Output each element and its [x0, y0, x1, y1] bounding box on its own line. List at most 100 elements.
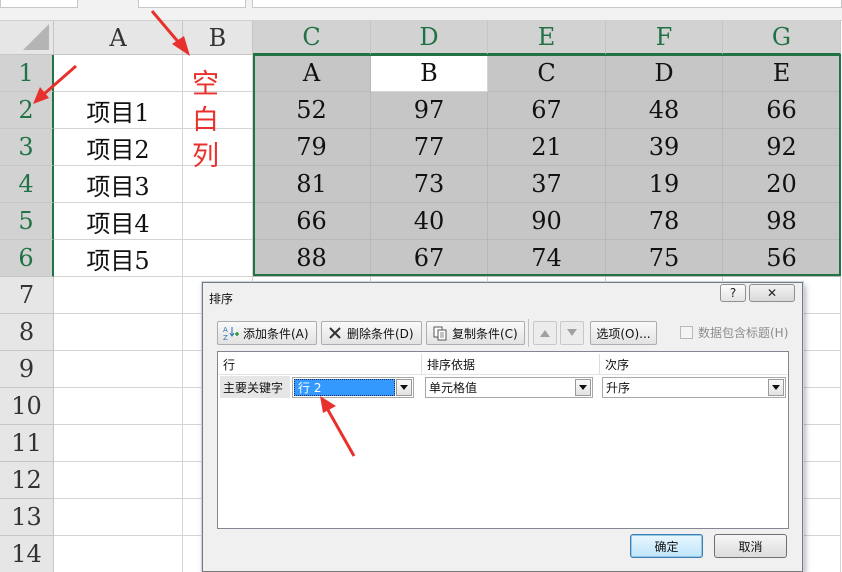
sort-key-select[interactable]: 行 2 [292, 377, 414, 398]
row-header-3[interactable]: 3 [0, 129, 54, 166]
delete-x-icon [327, 325, 343, 341]
sort-key-value: 行 2 [294, 379, 395, 396]
cell-g5[interactable]: 98 [723, 203, 841, 240]
cell-a7[interactable] [54, 277, 183, 314]
cell-c4[interactable]: 81 [253, 166, 371, 203]
cell-f1[interactable]: D [606, 55, 723, 92]
delete-level-label: 删除条件(D) [347, 326, 414, 341]
column-header-e[interactable]: E [488, 21, 606, 55]
cell-e6[interactable]: 74 [488, 240, 606, 277]
row-header-11[interactable]: 11 [0, 425, 54, 462]
cell-g6[interactable]: 56 [723, 240, 841, 277]
cell-g3[interactable]: 92 [723, 129, 841, 166]
cell-c3[interactable]: 79 [253, 129, 371, 166]
move-up-button[interactable] [533, 321, 557, 345]
help-button[interactable]: ? [720, 284, 746, 302]
ok-button[interactable]: 确定 [630, 534, 703, 558]
cell-a11[interactable] [54, 425, 183, 462]
chevron-down-icon[interactable] [575, 379, 591, 396]
close-button[interactable]: ✕ [749, 284, 795, 302]
cell-f4[interactable]: 19 [606, 166, 723, 203]
cell-f5[interactable]: 78 [606, 203, 723, 240]
cell-a4[interactable]: 项目3 [54, 166, 183, 203]
cell-a9[interactable] [54, 351, 183, 388]
options-button[interactable]: 选项(O)... [590, 321, 657, 345]
sort-on-select[interactable]: 单元格值 [425, 377, 593, 398]
cell-a8[interactable] [54, 314, 183, 351]
cell-e2[interactable]: 67 [488, 92, 606, 129]
sort-levels-list: 行 排序依据 次序 主要关键字 行 2 单元格值 升序 [217, 351, 789, 529]
row-header-4[interactable]: 4 [0, 166, 54, 203]
annotation-char-2: 白 [192, 105, 219, 136]
cell-g4[interactable]: 20 [723, 166, 841, 203]
cell-g1[interactable]: E [723, 55, 841, 92]
cell-a6[interactable]: 项目5 [54, 240, 183, 277]
cell-c5[interactable]: 66 [253, 203, 371, 240]
name-box[interactable] [0, 0, 78, 8]
cell-g2[interactable]: 66 [723, 92, 841, 129]
row-header-10[interactable]: 10 [0, 388, 54, 425]
select-all-corner[interactable] [0, 21, 54, 55]
cell-a14[interactable] [54, 536, 183, 572]
arrow-down-icon [567, 329, 577, 336]
cell-e1[interactable]: C [488, 55, 606, 92]
order-select[interactable]: 升序 [602, 377, 786, 398]
formula-bar-button-area[interactable] [138, 0, 246, 8]
formula-bar-strip [0, 0, 842, 21]
column-header-g[interactable]: G [723, 21, 841, 55]
svg-text:Z: Z [223, 334, 228, 341]
cell-a13[interactable] [54, 499, 183, 536]
cell-a10[interactable] [54, 388, 183, 425]
cell-c6[interactable]: 88 [253, 240, 371, 277]
row-header-2[interactable]: 2 [0, 92, 54, 129]
cell-a2[interactable]: 项目1 [54, 92, 183, 129]
row-header-5[interactable]: 5 [0, 203, 54, 240]
delete-level-button[interactable]: 删除条件(D) [321, 321, 422, 345]
add-level-icon: AZ [223, 325, 239, 342]
cell-d1[interactable]: B [371, 55, 488, 92]
has-headers-label: 数据包含标题(H) [698, 326, 789, 340]
formula-bar-input[interactable] [252, 0, 842, 8]
sort-on-value: 单元格值 [429, 381, 478, 395]
row-header-1[interactable]: 1 [0, 55, 54, 92]
row-header-14[interactable]: 14 [0, 536, 54, 572]
cell-c2[interactable]: 52 [253, 92, 371, 129]
chevron-down-icon[interactable] [396, 379, 412, 396]
column-header-d[interactable]: D [371, 21, 488, 55]
chevron-down-icon[interactable] [768, 379, 784, 396]
column-header-f[interactable]: F [606, 21, 723, 55]
annotation-char-3: 列 [192, 141, 219, 172]
column-header-c[interactable]: C [253, 21, 371, 55]
cell-a12[interactable] [54, 462, 183, 499]
row-header-12[interactable]: 12 [0, 462, 54, 499]
add-level-button[interactable]: AZ 添加条件(A) [217, 321, 317, 345]
cell-d4[interactable]: 73 [371, 166, 488, 203]
row-header-8[interactable]: 8 [0, 314, 54, 351]
cell-d2[interactable]: 97 [371, 92, 488, 129]
row-header-7[interactable]: 7 [0, 277, 54, 314]
cell-f2[interactable]: 48 [606, 92, 723, 129]
cell-a5[interactable]: 项目4 [54, 203, 183, 240]
cell-e5[interactable]: 90 [488, 203, 606, 240]
cell-d5[interactable]: 40 [371, 203, 488, 240]
cell-b5[interactable] [183, 203, 253, 240]
cell-d6[interactable]: 67 [371, 240, 488, 277]
cell-e4[interactable]: 37 [488, 166, 606, 203]
cancel-button[interactable]: 取消 [714, 534, 787, 558]
cell-c1[interactable]: A [253, 55, 371, 92]
row-header-6[interactable]: 6 [0, 240, 54, 277]
cell-b6[interactable] [183, 240, 253, 277]
move-down-button[interactable] [560, 321, 584, 345]
cell-a1[interactable] [54, 55, 183, 92]
row-header-9[interactable]: 9 [0, 351, 54, 388]
column-header-a[interactable]: A [54, 21, 183, 55]
column-header-b[interactable]: B [183, 21, 253, 55]
row-header-13[interactable]: 13 [0, 499, 54, 536]
cell-f6[interactable]: 75 [606, 240, 723, 277]
cell-e3[interactable]: 21 [488, 129, 606, 166]
cell-d3[interactable]: 77 [371, 129, 488, 166]
cell-f3[interactable]: 39 [606, 129, 723, 166]
has-headers-checkbox[interactable] [680, 326, 693, 339]
copy-level-button[interactable]: 复制条件(C) [426, 321, 525, 345]
cell-a3[interactable]: 项目2 [54, 129, 183, 166]
